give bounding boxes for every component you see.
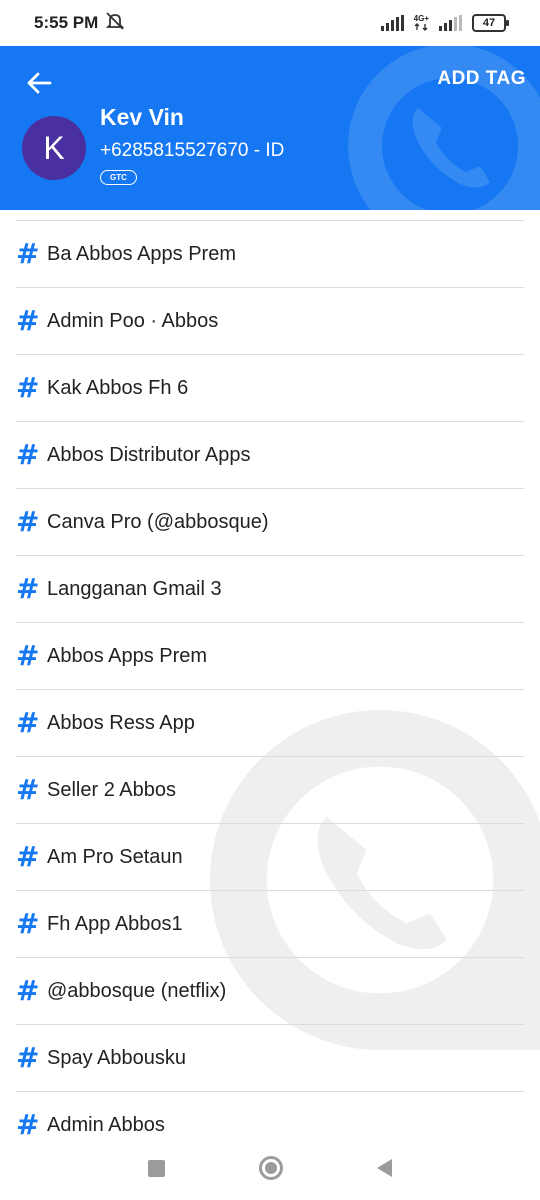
hashtag-icon: # bbox=[16, 1108, 40, 1137]
tag-item[interactable]: # Spay Abbousku bbox=[16, 1025, 524, 1092]
tag-item[interactable]: # Admin Poo · Abbos bbox=[16, 288, 524, 355]
tag-label: Abbos Ress App bbox=[47, 711, 195, 734]
tag-item[interactable]: # Fh App Abbos1 bbox=[16, 891, 524, 958]
tag-item[interactable]: # Am Pro Setaun bbox=[16, 824, 524, 891]
tag-item[interactable]: # Admin Abbos bbox=[16, 1092, 524, 1137]
tag-item[interactable]: # @abbosque (netflix) bbox=[16, 958, 524, 1025]
tag-label: Am Pro Setaun bbox=[47, 845, 183, 868]
tag-label: Fh App Abbos1 bbox=[47, 912, 183, 935]
tag-list: # Ba Abbos Apps Prem # Admin Poo · Abbos #… bbox=[0, 221, 540, 1136]
recents-square-icon[interactable] bbox=[148, 1159, 165, 1177]
contact-name: Kev Vin bbox=[100, 104, 184, 130]
tag-label: Langganan Gmail 3 bbox=[47, 577, 222, 600]
signal-icon-2 bbox=[439, 15, 462, 31]
hashtag-icon: # bbox=[16, 304, 40, 337]
mobile-data-icon: 4G+ bbox=[414, 15, 429, 31]
contact-phone: +6285815527670 - ID bbox=[100, 140, 285, 161]
signal-icon bbox=[380, 15, 404, 31]
status-bar: 5:55 PM 4G+ 47 bbox=[0, 0, 540, 46]
tag-label: Seller 2 Abbos bbox=[47, 778, 176, 801]
home-circle-icon[interactable] bbox=[259, 1156, 283, 1180]
tag-label: Kak Abbos Fh 6 bbox=[47, 376, 189, 399]
hashtag-icon: # bbox=[16, 706, 40, 739]
tag-list-container[interactable]: # Ba Abbos Apps Prem # Admin Poo · Abbos #… bbox=[0, 210, 540, 1136]
arrow-left-icon bbox=[27, 72, 52, 94]
tag-item[interactable]: # Seller 2 Abbos bbox=[16, 757, 524, 824]
tag-label: @abbosque (netflix) bbox=[47, 979, 227, 1002]
contact-header: ADD TAG K Kev Vin +6285815527670 - ID GT… bbox=[0, 46, 540, 210]
tag-label: Admin Abbos bbox=[47, 1113, 165, 1136]
tag-label: Ba Abbos Apps Prem bbox=[47, 242, 237, 265]
back-button[interactable] bbox=[24, 68, 54, 98]
tag-label: Spay Abbousku bbox=[47, 1046, 186, 1069]
tag-label: Canva Pro (@abbosque) bbox=[47, 510, 269, 533]
tag-item[interactable]: # Abbos Distributor Apps bbox=[16, 422, 524, 489]
tag-item[interactable]: # Abbos Apps Prem bbox=[16, 623, 524, 690]
system-nav-bar bbox=[0, 1136, 540, 1200]
hashtag-icon: # bbox=[16, 974, 40, 1007]
tag-item[interactable]: # Ba Abbos Apps Prem bbox=[16, 221, 524, 288]
tag-label: Admin Poo · Abbos bbox=[47, 309, 219, 332]
tag-item[interactable]: # Abbos Ress App bbox=[16, 690, 524, 757]
status-left: 5:55 PM bbox=[34, 11, 126, 36]
tag-label: Abbos Apps Prem bbox=[47, 644, 208, 667]
status-right: 4G+ 47 bbox=[380, 14, 509, 32]
hashtag-icon: # bbox=[16, 1041, 40, 1074]
status-time: 5:55 PM bbox=[34, 13, 99, 32]
battery-level: 47 bbox=[482, 17, 496, 29]
contact-badge: GTC bbox=[100, 170, 137, 185]
muted-notification-icon bbox=[104, 11, 126, 36]
hashtag-icon: # bbox=[16, 639, 40, 672]
hashtag-icon: # bbox=[16, 572, 40, 605]
hashtag-icon: # bbox=[16, 773, 40, 806]
back-triangle-icon[interactable] bbox=[377, 1159, 392, 1177]
hashtag-icon: # bbox=[16, 505, 40, 538]
avatar: K bbox=[22, 116, 86, 180]
tag-label: Abbos Distributor Apps bbox=[47, 443, 251, 466]
hashtag-icon: # bbox=[16, 907, 40, 940]
hashtag-icon: # bbox=[16, 371, 40, 404]
hashtag-icon: # bbox=[16, 840, 40, 873]
tag-item[interactable]: # Langganan Gmail 3 bbox=[16, 556, 524, 623]
network-type: 4G+ bbox=[413, 14, 429, 23]
hashtag-icon: # bbox=[16, 438, 40, 471]
hashtag-icon: # bbox=[16, 237, 40, 270]
add-tag-button[interactable]: ADD TAG bbox=[437, 68, 526, 90]
tag-item[interactable]: # Kak Abbos Fh 6 bbox=[16, 355, 524, 422]
tag-item[interactable]: # Canva Pro (@abbosque) bbox=[16, 489, 524, 556]
battery-icon: 47 bbox=[472, 14, 509, 32]
